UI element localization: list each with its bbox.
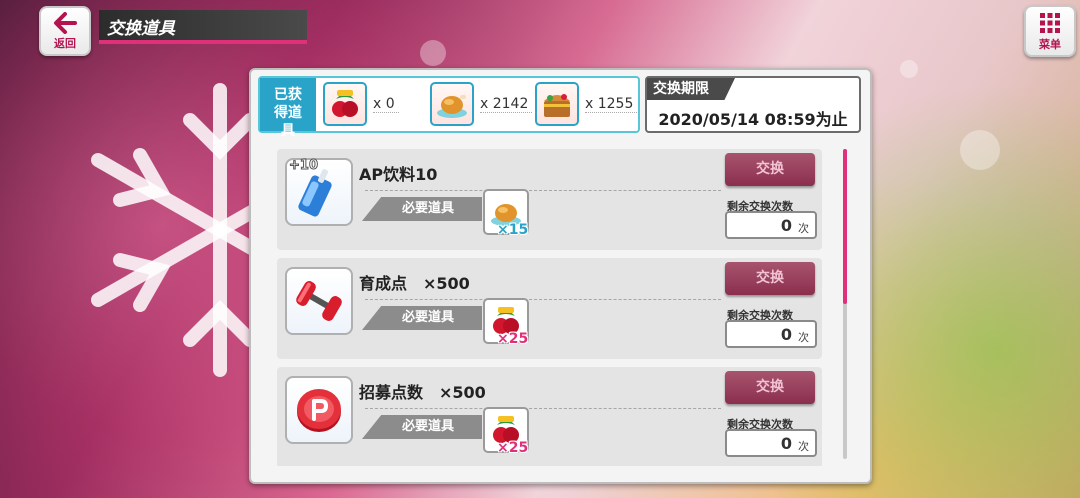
- owned-count: x 2142: [480, 96, 533, 113]
- roast-chicken-item-icon: [430, 82, 474, 126]
- owned-count: x 1255: [585, 96, 638, 113]
- exchange-button[interactable]: 交换: [725, 371, 815, 404]
- remaining-exchanges-box: 0 次: [725, 211, 817, 239]
- remaining-exchanges-value: 0: [780, 325, 792, 344]
- required-quantity: ×25: [497, 440, 529, 456]
- divider: [365, 408, 721, 409]
- divider: [365, 299, 721, 300]
- reward-name: 育成点 ×500: [359, 274, 470, 293]
- deadline-label: 交换期限: [647, 78, 735, 100]
- exchange-panel: 已获得道具 x 0 x 2142 x 1255 交换期限 2020/05/14 …: [249, 68, 872, 484]
- scrollbar-thumb[interactable]: [843, 149, 847, 304]
- remaining-exchanges-box: 0 次: [725, 429, 817, 457]
- recruit-coin-icon: [285, 376, 353, 444]
- owned-items-label-text: 已获得道具: [274, 87, 302, 139]
- page-title-bar: 交换道具: [99, 10, 307, 44]
- christmas-gift-item-icon: [323, 82, 367, 126]
- reward-name: 招募点数 ×500: [359, 383, 486, 402]
- back-arrow-icon: [54, 12, 77, 34]
- menu-grid-icon: [1040, 13, 1060, 33]
- page-title: 交换道具: [107, 19, 175, 39]
- remaining-exchanges-value: 0: [780, 216, 792, 235]
- remaining-exchanges-unit: 次: [798, 331, 809, 344]
- exchange-row: 招募点数 ×500 必要道具 ×25 交换 剩余交换次数 0 次: [277, 367, 822, 466]
- divider: [365, 190, 721, 191]
- required-quantity: ×15: [497, 222, 529, 238]
- owned-items-box: 已获得道具 x 0 x 2142 x 1255: [258, 76, 640, 139]
- menu-button-label: 菜单: [1039, 38, 1061, 51]
- ap-drink-icon: +10: [285, 158, 353, 226]
- exchange-row: +10 AP饮料10 必要道具 ×15 交换 剩余交换次数 0 次: [277, 149, 822, 250]
- treasure-chest-item-icon: [535, 82, 579, 126]
- required-item-label: 必要道具: [362, 306, 482, 330]
- bokeh-light: [900, 60, 918, 78]
- required-item-label: 必要道具: [362, 197, 482, 221]
- owned-count: x 0: [373, 96, 399, 113]
- remaining-exchanges-value: 0: [780, 434, 792, 453]
- menu-button[interactable]: 菜单: [1024, 5, 1076, 57]
- bokeh-light: [420, 40, 446, 66]
- back-button[interactable]: 返回: [39, 6, 91, 56]
- item-badge: +10: [289, 158, 319, 174]
- owned-items-label: 已获得道具: [260, 78, 316, 139]
- exchange-list[interactable]: +10 AP饮料10 必要道具 ×15 交换 剩余交换次数 0 次 育成点 ×5…: [258, 140, 856, 466]
- deadline-value: 2020/05/14 08:59为止: [658, 110, 848, 129]
- required-item-label: 必要道具: [362, 415, 482, 439]
- required-quantity: ×25: [497, 331, 529, 347]
- remaining-exchanges-box: 0 次: [725, 320, 817, 348]
- dumbbell-icon: [285, 267, 353, 335]
- back-button-label: 返回: [54, 37, 76, 50]
- exchange-button[interactable]: 交换: [725, 153, 815, 186]
- reward-name: AP饮料10: [359, 165, 438, 184]
- exchange-deadline: 交换期限 2020/05/14 08:59为止: [645, 76, 861, 133]
- bokeh-light: [960, 130, 1000, 170]
- exchange-button[interactable]: 交换: [725, 262, 815, 295]
- remaining-exchanges-unit: 次: [798, 440, 809, 453]
- list-scrollbar[interactable]: [843, 149, 847, 459]
- exchange-row: 育成点 ×500 必要道具 ×25 交换 剩余交换次数 0 次: [277, 258, 822, 359]
- remaining-exchanges-unit: 次: [798, 222, 809, 235]
